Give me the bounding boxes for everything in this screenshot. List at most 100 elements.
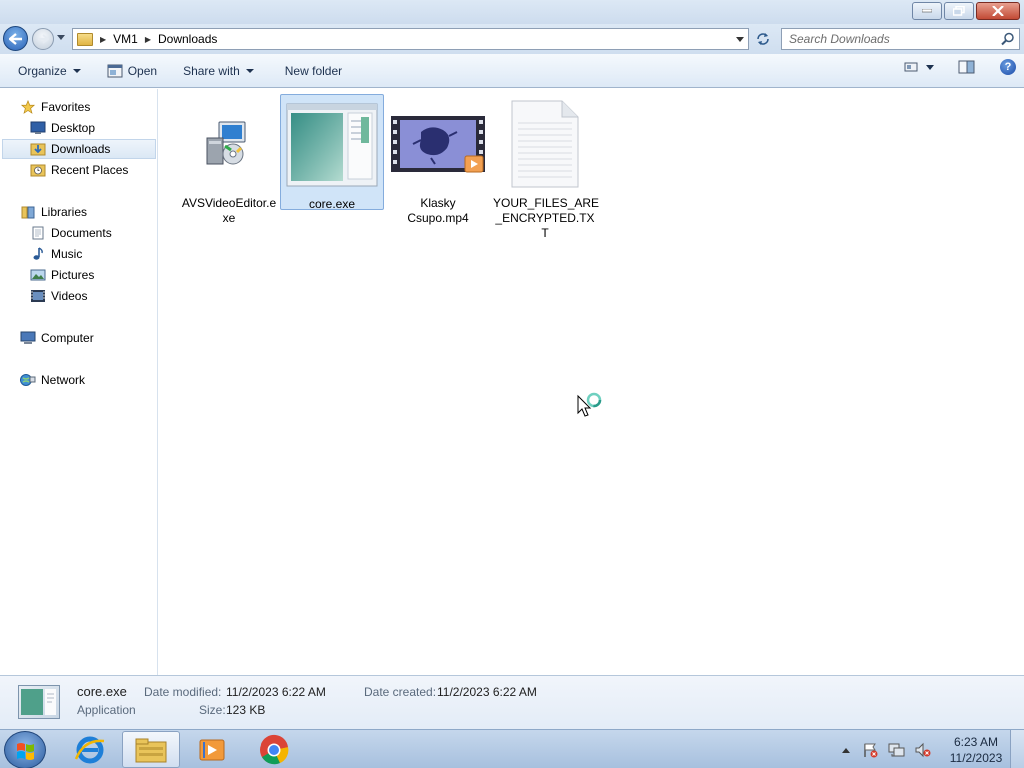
folder-icon xyxy=(77,32,93,46)
action-center-flag-icon[interactable] xyxy=(862,742,878,758)
downloads-folder-icon xyxy=(30,143,46,156)
help-icon[interactable]: ? xyxy=(1000,59,1016,75)
date-created-value: 11/2/2023 6:22 AM xyxy=(437,685,537,699)
chevron-down-icon xyxy=(245,68,254,73)
preview-pane-icon[interactable] xyxy=(958,60,976,74)
sidebar-network[interactable]: Network xyxy=(20,370,85,390)
file-item[interactable]: AVSVideoEditor.e xe xyxy=(177,96,281,226)
address-bar[interactable]: ▶ VM1 ▶ Downloads xyxy=(72,28,749,50)
date-modified-value: 11/2/2023 6:22 AM xyxy=(226,685,326,699)
organize-menu[interactable]: Organize xyxy=(10,59,89,83)
address-dropdown-icon[interactable] xyxy=(736,37,744,42)
sidebar-item-recent-places[interactable]: Recent Places xyxy=(30,160,128,180)
minimize-button[interactable] xyxy=(912,2,942,20)
sidebar-item-label: Downloads xyxy=(51,142,111,156)
file-name: AVSVideoEditor.e xyxy=(181,196,277,210)
taskbar-chrome[interactable] xyxy=(245,731,303,768)
network-status-icon[interactable] xyxy=(888,742,906,758)
file-name-continued: T xyxy=(541,226,549,240)
search-input[interactable] xyxy=(789,32,994,46)
sidebar-item-label: Pictures xyxy=(51,268,95,282)
show-hidden-icons-icon[interactable] xyxy=(840,745,852,755)
file-name-continued: Csupo.mp4 xyxy=(407,211,469,225)
breadcrumb-downloads[interactable]: Downloads xyxy=(158,32,217,46)
installer-icon xyxy=(181,96,277,192)
open-label: Open xyxy=(127,63,158,78)
search-box[interactable] xyxy=(781,28,1020,50)
new-folder-button[interactable]: New folder xyxy=(277,59,350,83)
taskbar-media-player[interactable] xyxy=(183,731,241,768)
sidebar-item-music[interactable]: Music xyxy=(30,244,82,264)
sidebar-libraries[interactable]: Libraries xyxy=(20,202,87,222)
details-pane: core.exe Application Date modified: 11/2… xyxy=(0,675,1024,729)
taskbar-windows-explorer[interactable] xyxy=(122,731,180,768)
taskbar-internet-explorer[interactable] xyxy=(61,731,119,768)
date-created-label: Date created: xyxy=(364,685,437,699)
sidebar-item-desktop[interactable]: Desktop xyxy=(30,118,95,138)
details-file-name: core.exe xyxy=(77,684,127,699)
busy-cursor-icon xyxy=(577,391,607,422)
sidebar-item-label: Desktop xyxy=(51,121,96,135)
size-value: 123 KB xyxy=(226,703,266,717)
file-name-continued: xe xyxy=(222,211,236,225)
forward-button[interactable] xyxy=(32,28,54,50)
media-player-icon xyxy=(199,739,225,760)
sidebar-item-downloads[interactable]: Downloads xyxy=(2,139,156,159)
windows-explorer-icon xyxy=(135,738,167,762)
file-item[interactable]: Klasky Csupo.mp4 xyxy=(386,96,490,226)
change-view-icon[interactable] xyxy=(904,61,920,73)
view-options-dropdown-icon[interactable] xyxy=(926,64,934,70)
back-button[interactable] xyxy=(3,26,28,51)
videos-icon xyxy=(31,290,45,302)
application-window-icon xyxy=(107,64,123,77)
pictures-icon xyxy=(30,269,46,281)
file-name: core.exe xyxy=(308,197,356,211)
start-button[interactable] xyxy=(4,731,46,768)
file-item-selected[interactable]: core.exe xyxy=(280,94,384,211)
sidebar-item-documents[interactable]: Documents xyxy=(30,223,112,243)
sidebar-item-videos[interactable]: Videos xyxy=(30,286,87,306)
music-icon xyxy=(33,247,43,260)
libraries-icon xyxy=(21,206,35,219)
view-controls: ? xyxy=(904,59,1016,75)
star-icon xyxy=(20,100,36,114)
open-button[interactable]: Open xyxy=(99,59,165,83)
file-name: Klasky xyxy=(420,196,456,210)
refresh-button[interactable] xyxy=(752,28,774,50)
size-label: Size: xyxy=(199,703,226,717)
desktop-icon xyxy=(30,121,46,134)
recent-pages-dropdown[interactable] xyxy=(57,35,65,40)
taskbar: 6:23 AM 11/2/2023 xyxy=(0,729,1024,768)
sidebar-item-pictures[interactable]: Pictures xyxy=(30,265,94,285)
sidebar-favorites[interactable]: Favorites xyxy=(20,97,90,117)
system-tray: 6:23 AM 11/2/2023 xyxy=(840,730,1024,768)
refresh-icon xyxy=(757,33,769,45)
share-with-label: Share with xyxy=(183,63,240,78)
close-button[interactable] xyxy=(976,2,1020,20)
sidebar-computer[interactable]: Computer xyxy=(20,328,94,348)
show-desktop-button[interactable] xyxy=(1010,730,1024,768)
breadcrumb-chevron-icon: ▶ xyxy=(144,34,151,44)
minimize-icon xyxy=(922,9,932,13)
breadcrumb-vm1[interactable]: VM1 xyxy=(113,32,138,46)
network-icon xyxy=(20,374,36,386)
navigation-pane: Favorites Desktop Downloads Recent Place… xyxy=(0,89,158,675)
sidebar-libraries-label: Libraries xyxy=(41,205,88,219)
file-item[interactable]: YOUR_FILES_ARE _ENCRYPTED.TX T xyxy=(493,96,599,241)
share-with-menu[interactable]: Share with xyxy=(175,59,262,83)
sidebar-item-label: Music xyxy=(51,247,83,261)
new-folder-label: New folder xyxy=(284,63,343,78)
breadcrumb-chevron-icon: ▶ xyxy=(100,34,107,44)
close-icon xyxy=(992,6,1004,16)
maximize-button[interactable] xyxy=(944,2,974,20)
restore-icon xyxy=(953,6,965,16)
clock-date: 11/2/2023 xyxy=(949,750,1003,765)
application-icon xyxy=(18,685,60,719)
search-icon[interactable] xyxy=(1001,32,1015,46)
sidebar-item-label: Recent Places xyxy=(51,163,129,177)
volume-muted-icon[interactable] xyxy=(914,742,932,758)
clock[interactable]: 6:23 AM 11/2/2023 xyxy=(942,734,1010,766)
sidebar-item-label: Videos xyxy=(51,289,88,303)
text-document-icon xyxy=(497,96,593,192)
file-list[interactable]: AVSVideoEditor.e xe core.exe Klasky Csup… xyxy=(159,89,1024,675)
